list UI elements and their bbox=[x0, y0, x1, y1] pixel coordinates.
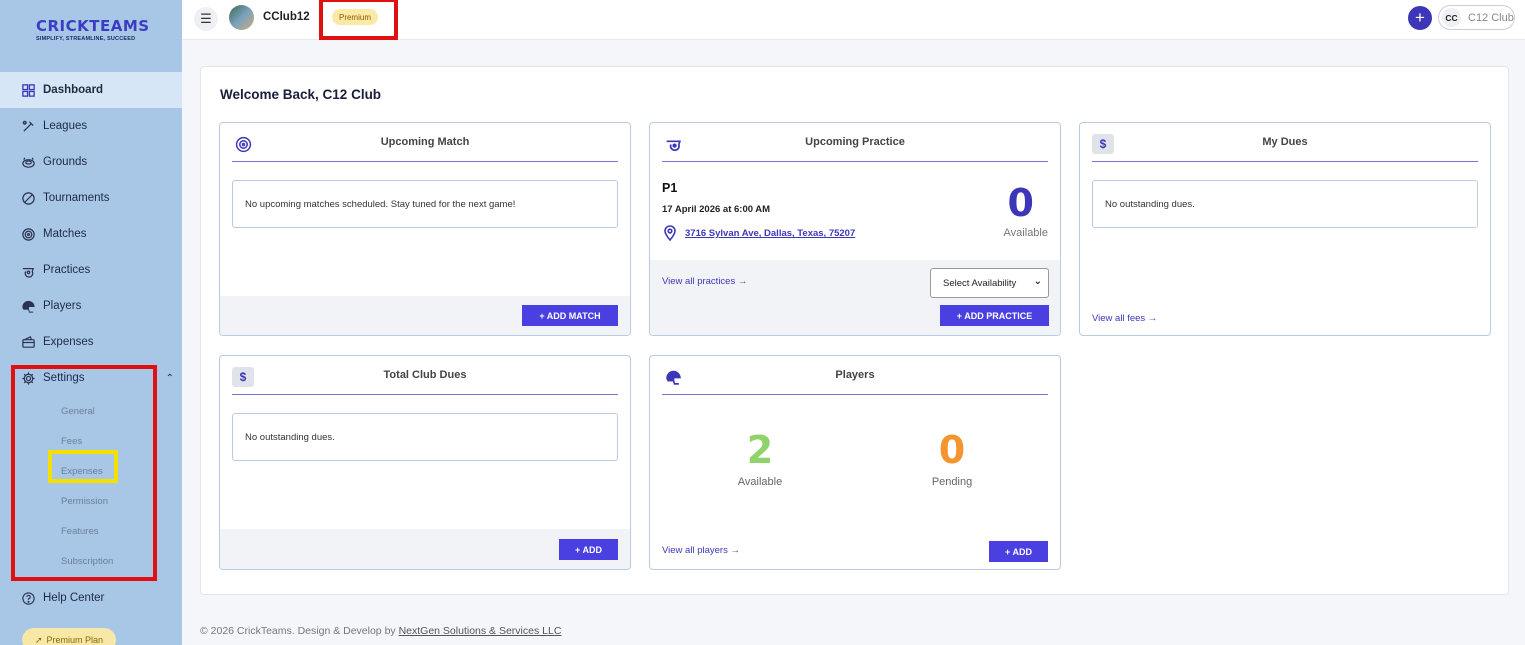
card-title: Players bbox=[835, 369, 875, 381]
total-club-dues-card: $ Total Club Dues No outstanding dues. +… bbox=[219, 355, 631, 570]
select-availability-label: Select Availability bbox=[943, 277, 1017, 289]
brand-tagline: SIMPLIFY, STREAMLINE, SUCCEED bbox=[36, 36, 136, 42]
sidebar-item-players[interactable]: Players bbox=[0, 288, 182, 324]
view-all-players-link[interactable]: View all players → bbox=[662, 545, 740, 556]
add-practice-button[interactable]: + ADD PRACTICE bbox=[940, 305, 1049, 326]
premium-plan-button[interactable]: ➚ Premium Plan bbox=[22, 628, 116, 645]
brand-logo[interactable]: CRICKTEAMS SIMPLIFY, STREAMLINE, SUCCEED bbox=[36, 17, 150, 42]
card-title: My Dues bbox=[1262, 136, 1308, 148]
add-dues-button[interactable]: + ADD bbox=[559, 539, 618, 560]
select-availability-dropdown[interactable]: Select Availability ⌄ bbox=[930, 268, 1049, 298]
view-all-players-label: View all players bbox=[662, 545, 728, 556]
add-player-button[interactable]: + ADD bbox=[989, 541, 1048, 562]
rocket-icon: ➚ bbox=[34, 634, 43, 645]
sidebar-item-label: Leagues bbox=[43, 120, 88, 132]
page-footer: © 2026 CrickTeams. Design & Develop by N… bbox=[200, 625, 561, 637]
sidebar-item-label: Players bbox=[43, 300, 82, 312]
upcoming-match-card: Upcoming Match No upcoming matches sched… bbox=[219, 122, 631, 336]
card-title: Upcoming Match bbox=[380, 136, 470, 148]
arrow-right-icon: → bbox=[1147, 313, 1158, 324]
practice-available-label: Available bbox=[1003, 227, 1048, 239]
sidebar-item-leagues[interactable]: Leagues bbox=[0, 108, 182, 144]
welcome-heading: Welcome Back, C12 Club bbox=[220, 87, 382, 102]
hamburger-menu-button[interactable]: ☰ bbox=[194, 7, 218, 31]
upcoming-practice-card: Upcoming Practice P1 17 April 2026 at 6:… bbox=[649, 122, 1061, 336]
chevron-up-icon[interactable]: ⌃ bbox=[166, 373, 174, 384]
club-avatar[interactable] bbox=[229, 5, 254, 30]
card-header: Upcoming Practice bbox=[662, 133, 1048, 162]
sidebar-help-wrap: Help Center bbox=[0, 580, 182, 616]
user-name: C12 Club bbox=[1468, 11, 1514, 24]
view-all-fees-label: View all fees bbox=[1092, 313, 1146, 324]
practice-available-count: 0 bbox=[1007, 181, 1034, 225]
club-name: CClub12 bbox=[263, 11, 310, 23]
sidebar-item-label: Practices bbox=[43, 264, 91, 276]
sidebar-item-practices[interactable]: Practices bbox=[0, 252, 182, 288]
sidebar-item-label: Dashboard bbox=[43, 84, 104, 96]
sidebar-item-matches[interactable]: Matches bbox=[0, 216, 182, 252]
helmet-icon bbox=[20, 298, 36, 314]
sidebar-item-dashboard[interactable]: Dashboard bbox=[0, 72, 182, 108]
location-pin-icon bbox=[662, 224, 678, 245]
card-header: Upcoming Match bbox=[232, 133, 618, 162]
practice-datetime: 17 April 2026 at 6:00 AM bbox=[662, 204, 771, 215]
stadium-icon bbox=[20, 154, 36, 170]
no-matches-message: No upcoming matches scheduled. Stay tune… bbox=[232, 180, 618, 228]
dashboard-panel: Welcome Back, C12 Club Upcoming Match No… bbox=[200, 66, 1509, 595]
practice-name: P1 bbox=[662, 181, 678, 195]
sidebar-item-help-center[interactable]: Help Center bbox=[0, 580, 182, 616]
sidebar-item-label: Expenses bbox=[43, 336, 94, 348]
premium-plan-label: Premium Plan bbox=[46, 635, 104, 645]
players-card: Players 2 Available 0 Pending View all p… bbox=[649, 355, 1061, 570]
sidebar-item-label: Grounds bbox=[43, 156, 88, 168]
practice-address-link[interactable]: 3716 Sylvan Ave, Dallas, Texas, 75207 bbox=[685, 228, 855, 239]
players-pending-label: Pending bbox=[931, 476, 973, 488]
card-footer: View all practices → Select Availability… bbox=[650, 260, 1060, 335]
sidebar-item-grounds[interactable]: Grounds bbox=[0, 144, 182, 180]
view-all-fees-link[interactable]: View all fees → bbox=[1092, 313, 1157, 324]
view-all-practices-link[interactable]: View all practices → bbox=[662, 276, 747, 287]
target-ball-icon bbox=[20, 226, 36, 242]
footer-text: © 2026 CrickTeams. Design & Develop by bbox=[200, 625, 396, 637]
highlight-expenses-box bbox=[48, 450, 118, 483]
no-dues-message: No outstanding dues. bbox=[1092, 180, 1478, 228]
sidebar-item-label: Matches bbox=[43, 228, 87, 240]
card-header: Players bbox=[662, 366, 1048, 395]
sidebar-item-label: Help Center bbox=[43, 592, 105, 604]
sidebar-item-tournaments[interactable]: Tournaments bbox=[0, 180, 182, 216]
user-initials: CC bbox=[1442, 8, 1461, 27]
bat-icon bbox=[20, 118, 36, 134]
highlight-premium-box bbox=[319, 0, 398, 40]
no-club-dues-message: No outstanding dues. bbox=[232, 413, 618, 461]
sidebar-item-label: Tournaments bbox=[43, 192, 110, 204]
arrow-right-icon: → bbox=[730, 545, 740, 556]
footer-company-link[interactable]: NextGen Solutions & Services LLC bbox=[399, 625, 562, 637]
add-button[interactable]: + bbox=[1408, 6, 1432, 30]
card-header: $ Total Club Dues bbox=[232, 366, 618, 395]
card-footer: + ADD bbox=[220, 529, 630, 569]
grid-icon bbox=[20, 82, 36, 98]
players-pending-count: 0 bbox=[938, 428, 966, 472]
sidebar-item-expenses[interactable]: Expenses bbox=[0, 324, 182, 360]
my-dues-card: $ My Dues No outstanding dues. View all … bbox=[1079, 122, 1491, 336]
add-match-button[interactable]: + ADD MATCH bbox=[522, 305, 618, 326]
help-icon bbox=[20, 590, 36, 606]
chevron-down-icon: ⌄ bbox=[1033, 276, 1042, 287]
whistle-icon bbox=[20, 262, 36, 278]
players-available-count: 2 bbox=[746, 428, 774, 472]
view-all-practices-label: View all practices bbox=[662, 276, 736, 287]
user-menu[interactable]: CC C12 Club bbox=[1438, 5, 1515, 30]
card-title: Upcoming Practice bbox=[805, 136, 905, 148]
players-available-label: Available bbox=[737, 476, 783, 488]
brand-name: CRICKTEAMS bbox=[36, 17, 150, 35]
ball-icon bbox=[20, 190, 36, 206]
card-header: $ My Dues bbox=[1092, 133, 1478, 162]
card-footer: + ADD MATCH bbox=[220, 296, 630, 335]
card-title: Total Club Dues bbox=[383, 369, 467, 381]
wallet-icon bbox=[20, 334, 36, 350]
arrow-right-icon: → bbox=[737, 276, 748, 287]
